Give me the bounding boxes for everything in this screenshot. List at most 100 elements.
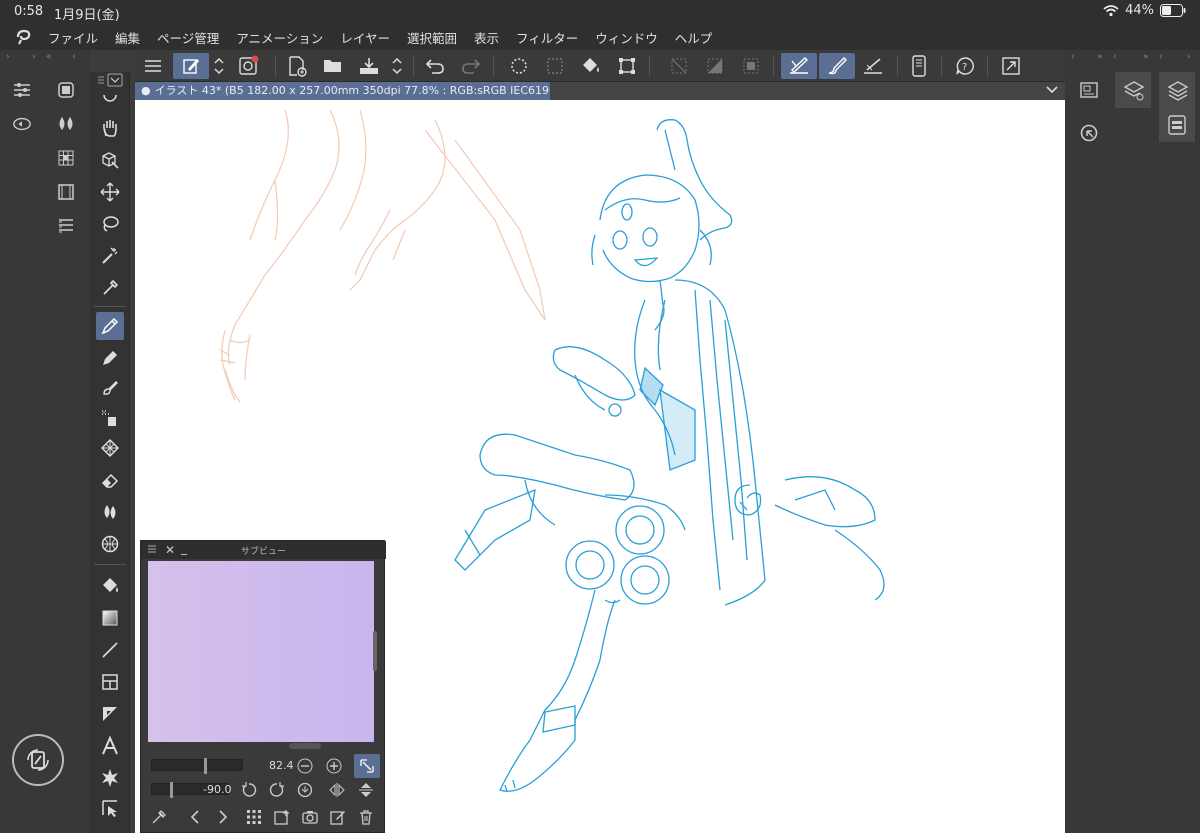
frame-tool[interactable] (96, 668, 124, 696)
rotate-left-button[interactable] (239, 780, 259, 800)
deselect-button[interactable] (541, 53, 569, 79)
zoom-tool[interactable] (96, 86, 124, 114)
fill-selection-button[interactable] (577, 53, 605, 79)
subview-preview[interactable] (148, 561, 374, 742)
edit-image-button[interactable] (328, 807, 348, 827)
fullscreen-button[interactable] (997, 53, 1025, 79)
edit-canvas-button[interactable] (173, 53, 209, 79)
chevron-down-icon[interactable] (1045, 84, 1059, 96)
smoothing-button[interactable] (819, 53, 855, 79)
zoom-slider-knob[interactable] (204, 758, 207, 774)
record-button[interactable] (235, 53, 263, 79)
dock-collapse-arrows-right[interactable]: ‹» ‹» ‹ › (1065, 50, 1200, 66)
app-logo-icon[interactable] (0, 28, 48, 46)
device-button[interactable] (905, 53, 933, 79)
next-image-button[interactable] (213, 807, 233, 827)
minimize-icon[interactable]: _ (181, 541, 187, 555)
reset-rotation-button[interactable] (295, 780, 315, 800)
figure-tool[interactable] (96, 530, 124, 558)
rotation-slider-knob[interactable] (170, 782, 173, 798)
delete-image-button[interactable] (356, 807, 376, 827)
crop-button[interactable] (737, 53, 765, 79)
layer-property-tab[interactable] (1115, 72, 1151, 108)
hand-tool[interactable] (96, 114, 124, 142)
rotate-right-button[interactable] (267, 780, 287, 800)
toggle-arrows[interactable] (211, 53, 227, 79)
menu-filter[interactable]: フィルター (516, 28, 578, 47)
fill-tool[interactable] (96, 572, 124, 600)
lasso-tool[interactable] (96, 210, 124, 238)
color-set-icon[interactable] (56, 148, 76, 168)
airbrush-tool[interactable] (96, 404, 124, 432)
menu-layer[interactable]: レイヤー (340, 28, 390, 47)
color-mix-icon[interactable] (56, 114, 76, 134)
transform-button[interactable] (613, 53, 641, 79)
navigator-icon[interactable] (1079, 80, 1099, 100)
import-image-button[interactable] (272, 807, 292, 827)
document-tab[interactable]: ● イラスト 43* (B5 182.00 x 257.00mm 350dpi 7… (135, 82, 550, 100)
menu-help[interactable]: ヘルプ (675, 28, 713, 47)
help-button[interactable]: ? (951, 53, 979, 79)
line-tool[interactable] (96, 636, 124, 664)
image-list-button[interactable] (244, 807, 264, 827)
menu-animation[interactable]: アニメーション (236, 28, 323, 47)
new-file-button[interactable] (283, 53, 311, 79)
clear-button[interactable] (665, 53, 693, 79)
menu-edit[interactable]: 編集 (115, 28, 140, 47)
camera-button[interactable] (300, 807, 320, 827)
quick-switch-button[interactable] (12, 734, 64, 786)
menu-file[interactable]: ファイル (48, 28, 98, 47)
zoom-slider[interactable] (151, 758, 243, 774)
fit-view-button[interactable] (354, 754, 380, 778)
subview-eyedropper-button[interactable] (149, 807, 169, 827)
open-folder-button[interactable] (319, 53, 347, 79)
flip-horizontal-button[interactable] (327, 780, 347, 800)
select-all-button[interactable] (505, 53, 533, 79)
tool-property-icon[interactable] (12, 80, 32, 100)
subview-hscrollbar[interactable] (289, 743, 321, 749)
pen-tool[interactable] (96, 312, 124, 340)
object-tool[interactable] (96, 794, 124, 822)
search-layer-icon[interactable] (1079, 123, 1099, 143)
move-tool[interactable] (96, 178, 124, 206)
pencil-tool[interactable] (96, 344, 124, 372)
timeline-icon[interactable] (56, 182, 76, 202)
brush-tool[interactable] (96, 374, 124, 402)
eraser-tool[interactable] (96, 466, 124, 494)
flip-vertical-button[interactable] (356, 780, 376, 800)
layer-panel-tab[interactable] (1159, 72, 1195, 108)
redo-button[interactable] (457, 53, 485, 79)
decoration-tool[interactable] (96, 434, 124, 462)
zoom-in-button[interactable] (324, 756, 344, 776)
panel-menu-icon[interactable] (147, 544, 157, 554)
layer-list-icon[interactable] (56, 216, 76, 236)
dock-collapse-arrows[interactable]: › › «‹ (0, 50, 90, 66)
save-button[interactable] (355, 53, 383, 79)
gradient-tool[interactable] (96, 604, 124, 632)
sync-icon[interactable] (12, 114, 32, 134)
line-snap-button[interactable] (859, 53, 887, 79)
undo-button[interactable] (421, 53, 449, 79)
subview-vscrollbar[interactable] (373, 631, 377, 671)
ruler-tool[interactable] (96, 700, 124, 728)
invert-button[interactable] (701, 53, 729, 79)
text-tool[interactable] (96, 732, 124, 760)
menu-view[interactable]: 表示 (474, 28, 499, 47)
tool-palette-header[interactable] (96, 73, 124, 87)
move-layer-tool[interactable] (96, 146, 124, 174)
previous-image-button[interactable] (185, 807, 205, 827)
pen-pressure-button[interactable] (781, 53, 817, 79)
blend-tool[interactable] (96, 498, 124, 526)
subview-titlebar[interactable]: ✕ _ サブビュー (141, 541, 386, 559)
main-menu-button[interactable] (139, 53, 167, 79)
menu-window[interactable]: ウィンドウ (595, 28, 658, 47)
magic-wand-tool[interactable] (96, 242, 124, 270)
menu-page-management[interactable]: ページ管理 (157, 28, 219, 47)
close-icon[interactable]: ✕ (165, 543, 175, 557)
zoom-out-button[interactable] (295, 756, 315, 776)
eyedropper-tool[interactable] (96, 274, 124, 302)
color-wheel-icon[interactable] (56, 80, 76, 100)
layer-list-tab[interactable] (1159, 108, 1195, 142)
balloon-tool[interactable] (96, 764, 124, 792)
save-arrows[interactable] (389, 53, 405, 79)
